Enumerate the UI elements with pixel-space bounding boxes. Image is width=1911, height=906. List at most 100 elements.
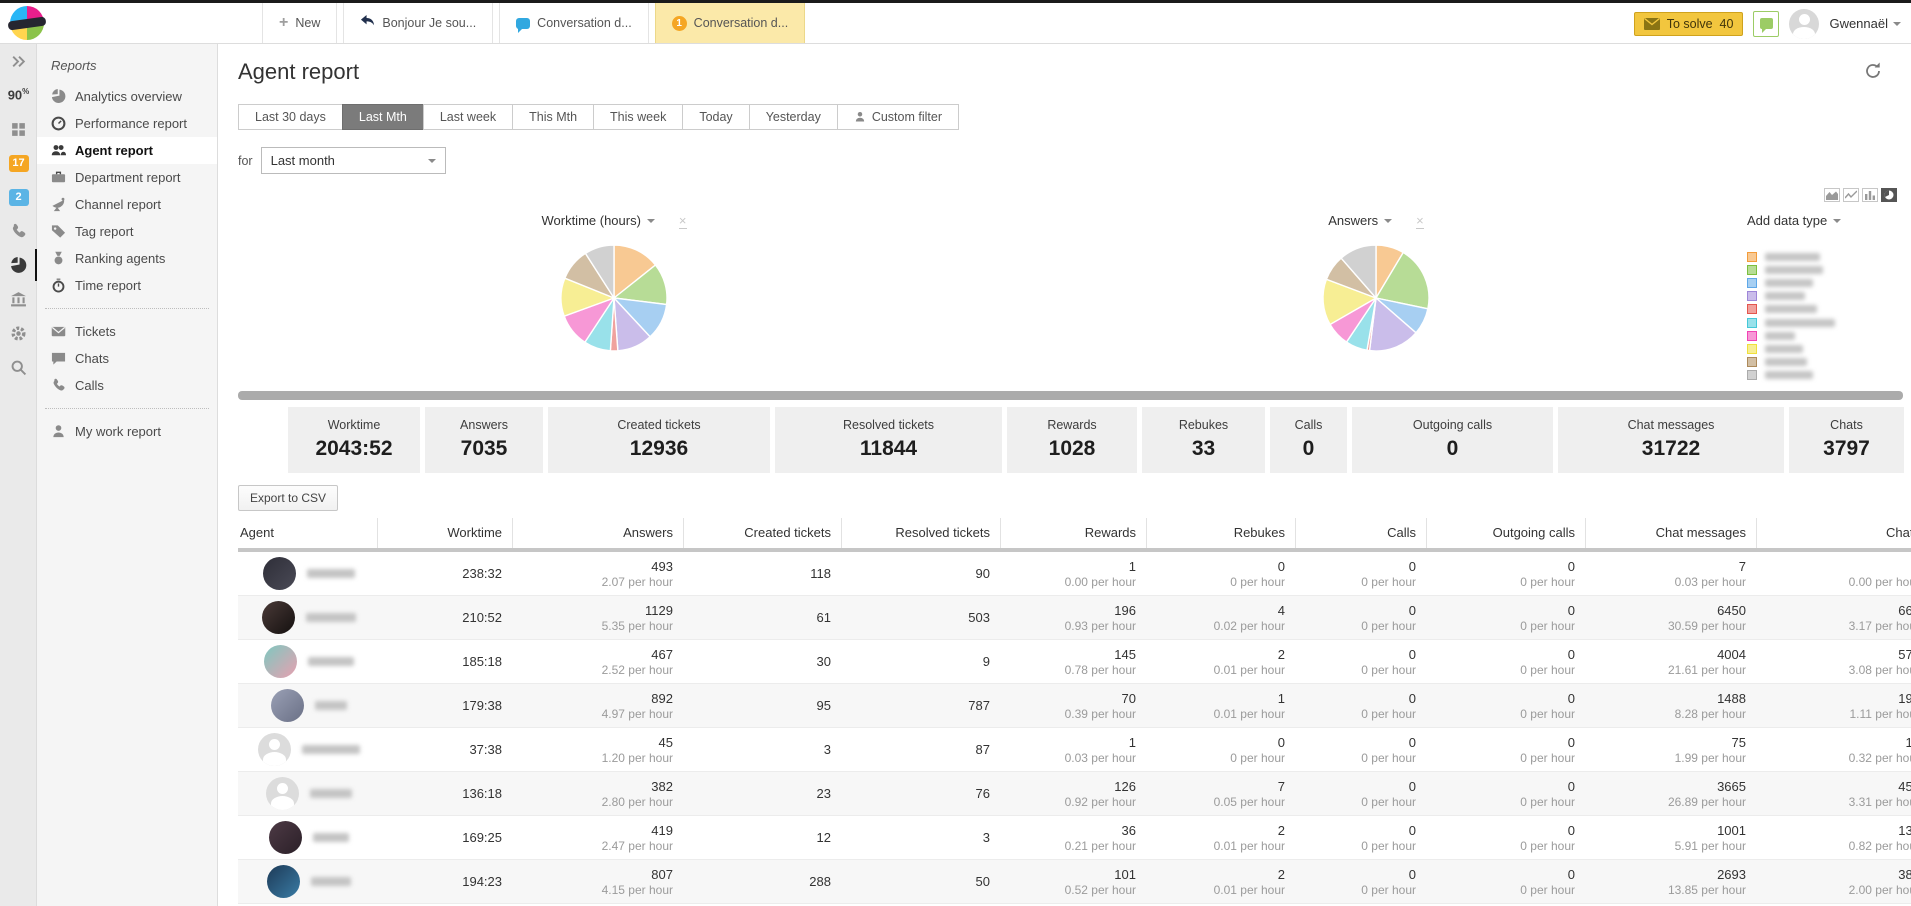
sidebar-item-tag-report[interactable]: Tag report (37, 218, 217, 245)
agent-cell[interactable] (238, 596, 377, 639)
filter-tab-yesterday[interactable]: Yesterday (749, 104, 838, 130)
filter-tab-today[interactable]: Today (682, 104, 749, 130)
filter-tab-this-mth[interactable]: This Mth (512, 104, 594, 130)
legend-item (1747, 316, 1897, 329)
sidebar-footer-links: My work report (37, 418, 217, 445)
column-header-chat-messages[interactable]: Chat messages (1585, 518, 1756, 548)
sidebar-item-label: Tickets (75, 324, 116, 339)
cell-per-hour: 2.00 per hour (1756, 883, 1911, 897)
filter-tab-last-30-days[interactable]: Last 30 days (238, 104, 343, 130)
sidebar-item-chats[interactable]: Chats (37, 345, 217, 372)
cell-per-hour: 0.21 per hour (1000, 839, 1136, 853)
sidebar-item-ranking-agents[interactable]: Ranking agents (37, 245, 217, 272)
column-header-agent[interactable]: Agent (238, 518, 377, 548)
worktime-pie-selector[interactable]: Worktime (hours) × (541, 213, 686, 229)
refresh-icon[interactable] (1863, 61, 1885, 83)
sidebar-item-label: Channel report (75, 197, 161, 212)
rail-item-search[interactable] (0, 350, 37, 384)
cell-value: 185:18 (377, 654, 502, 669)
cell-value: 9 (841, 654, 990, 669)
app-logo[interactable] (10, 6, 44, 40)
column-header-calls[interactable]: Calls (1295, 518, 1426, 548)
period-select[interactable]: Last month (261, 147, 446, 174)
cell-worktime: 210:52 (377, 596, 512, 639)
sidebar-item-calls[interactable]: Calls (37, 372, 217, 399)
user-avatar[interactable] (1789, 9, 1819, 39)
cell-outgoing: 00 per hour (1426, 596, 1585, 639)
cell-calls: 00 per hour (1295, 552, 1426, 595)
rail-item-calls[interactable] (0, 214, 37, 248)
filter-tab-custom-filter[interactable]: Custom filter (837, 104, 959, 130)
sidebar-item-tickets[interactable]: Tickets (37, 318, 217, 345)
column-header-resolved-tickets[interactable]: Resolved tickets (841, 518, 1000, 548)
rail-item-dashboard[interactable] (0, 112, 37, 146)
chats-count-badge[interactable]: 2 (0, 180, 37, 214)
close-icon[interactable]: × (1416, 213, 1424, 229)
close-icon[interactable]: × (679, 213, 687, 229)
agent-cell[interactable] (238, 860, 377, 903)
cell-chats: 10.00 per hour (1756, 552, 1911, 595)
table-body: 238:324932.07 per hour1189010.00 per hou… (238, 552, 1911, 906)
cell-per-hour: 0 per hour (1295, 619, 1416, 633)
filter-tab-this-week[interactable]: This week (593, 104, 683, 130)
chat-panel-button[interactable] (1753, 11, 1779, 37)
stat-value: 12936 (554, 437, 764, 461)
sidebar-item-agent-report[interactable]: Agent report (37, 137, 217, 164)
tickets-count-badge[interactable]: 17 (0, 146, 37, 180)
cell-rebukes: 20.01 per hour (1146, 816, 1295, 859)
agent-cell[interactable] (238, 552, 377, 595)
sidebar-item-department-report[interactable]: Department report (37, 164, 217, 191)
agent-cell[interactable] (238, 728, 377, 771)
sidebar-item-analytics-overview[interactable]: Analytics overview (37, 83, 217, 110)
column-header-rewards[interactable]: Rewards (1000, 518, 1146, 548)
conversation-tab-1[interactable]: +New (262, 3, 337, 43)
pie-chart-icon[interactable] (1881, 188, 1897, 202)
sidebar-item-channel-report[interactable]: Channel report (37, 191, 217, 218)
filter-tab-last-mth[interactable]: Last Mth (342, 104, 424, 130)
area-chart-icon[interactable] (1824, 188, 1840, 202)
line-chart-icon[interactable] (1843, 188, 1859, 202)
rail-item-settings[interactable] (0, 316, 37, 350)
user-menu[interactable]: Gwennaël (1829, 16, 1901, 31)
cell-chat_messages: 10015.91 per hour (1585, 816, 1756, 859)
period-value: Last month (271, 153, 335, 168)
bar-chart-icon[interactable] (1862, 188, 1878, 202)
cell-resolved: 50 (841, 860, 1000, 903)
cell-value: 194:23 (377, 874, 502, 889)
sidebar-item-my-work-report[interactable]: My work report (37, 418, 217, 445)
tab-label: New (295, 16, 320, 30)
conversation-tab-2[interactable]: Bonjour Je sou... (343, 3, 493, 43)
rail-item-organization[interactable] (0, 282, 37, 316)
conversation-tab-4[interactable]: 1Conversation d... (655, 3, 806, 43)
agent-cell[interactable] (238, 772, 377, 815)
legend-item (1747, 303, 1897, 316)
agent-cell[interactable] (238, 816, 377, 859)
conversation-tab-3[interactable]: Conversation d... (499, 3, 649, 43)
sidebar-item-performance-report[interactable]: Performance report (37, 110, 217, 137)
agent-cell[interactable] (238, 640, 377, 683)
sidebar-header: Reports (37, 54, 217, 83)
column-header-answers[interactable]: Answers (512, 518, 683, 548)
cell-value: 7 (1146, 779, 1285, 794)
stat-value: 1028 (1013, 437, 1131, 461)
column-header-outgoing-calls[interactable]: Outgoing calls (1426, 518, 1585, 548)
cell-rewards: 1450.78 per hour (1000, 640, 1146, 683)
filter-tab-last-week[interactable]: Last week (423, 104, 513, 130)
rail-item-reports[interactable] (0, 248, 37, 282)
cell-value: 0 (1146, 559, 1285, 574)
sidebar-item-time-report[interactable]: Time report (37, 272, 217, 299)
answers-pie-selector[interactable]: Answers × (1328, 213, 1423, 229)
column-header-created-tickets[interactable]: Created tickets (683, 518, 841, 548)
export-csv-button[interactable]: Export to CSV (238, 485, 338, 511)
column-header-rebukes[interactable]: Rebukes (1146, 518, 1295, 548)
agent-cell[interactable] (238, 684, 377, 727)
stat-value: 0 (1358, 437, 1547, 461)
to-solve-button[interactable]: To solve 40 (1634, 12, 1744, 36)
column-header-worktime[interactable]: Worktime (377, 518, 512, 548)
rail-item-expand-rail[interactable] (0, 44, 37, 78)
column-header-chats[interactable]: Chats (1756, 518, 1911, 548)
cell-chats: 1390.82 per hour (1756, 816, 1911, 859)
cell-answers: 4192.47 per hour (512, 816, 683, 859)
horizontal-scrollbar[interactable] (238, 391, 1903, 400)
add-data-type-button[interactable]: Add data type (1747, 213, 1841, 228)
